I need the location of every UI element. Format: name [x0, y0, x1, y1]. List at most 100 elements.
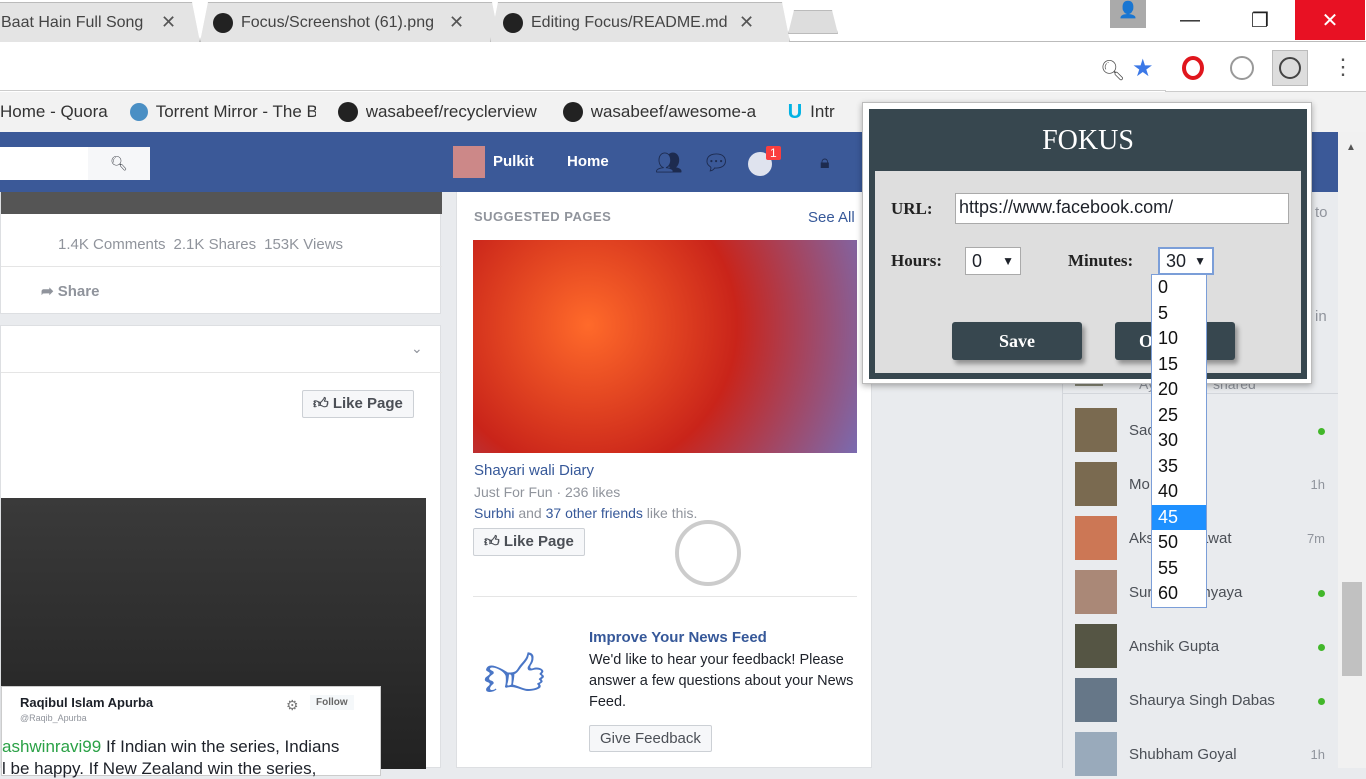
save-button[interactable]: Save	[952, 322, 1082, 360]
minutes-option[interactable]: 10	[1152, 326, 1206, 352]
udacity-icon: U	[787, 100, 803, 123]
bookmark-recyclerview[interactable]: wasabeef/recyclerview	[337, 102, 541, 122]
fokus-title: FOKUS	[869, 109, 1307, 173]
page-cover-image[interactable]	[473, 240, 857, 453]
chat-friend[interactable]: Anshik Gupta	[1075, 623, 1325, 669]
bookmark-quora[interactable]: Home - Quora	[0, 102, 108, 122]
thumbs-up-icon: 👍︎	[483, 643, 546, 710]
new-tab-button[interactable]	[788, 10, 838, 34]
post-image[interactable]: Raqibul Islam Apurba @Raqib_Apurba ⚙ Fol…	[1, 498, 426, 778]
minutes-option[interactable]: 30	[1152, 428, 1206, 454]
give-feedback-button[interactable]: Give Feedback	[589, 725, 712, 752]
extension-icon[interactable]	[1230, 56, 1254, 80]
menu-icon[interactable]: ⋮	[1332, 54, 1354, 80]
right-column-card: SUGGESTED PAGES See All Shayari wali Dia…	[456, 192, 872, 768]
online-dot	[1318, 589, 1325, 597]
comments-count[interactable]: 1.4K Comments	[58, 236, 166, 253]
post-video[interactable]	[1, 192, 442, 214]
minutes-select[interactable]: 30 ▼	[1158, 247, 1214, 275]
github-icon	[562, 102, 583, 122]
minutes-option[interactable]: 50	[1152, 530, 1206, 556]
minutes-option[interactable]: 15	[1152, 352, 1206, 378]
feedback-link[interactable]: Improve Your News Feed	[589, 629, 767, 646]
privacy-icon[interactable]: 🔒︎	[820, 152, 830, 173]
fokus-extension-button[interactable]	[1272, 50, 1308, 86]
tweet-card: Raqibul Islam Apurba @Raqib_Apurba ⚙ Fol…	[1, 686, 381, 778]
home-link[interactable]: Home	[567, 153, 609, 170]
minutes-dropdown-list: 0 5 10 15 20 25 30 35 40 45 50 55 60	[1151, 274, 1207, 608]
like-page-button[interactable]: 👍︎ Like Page	[473, 528, 585, 556]
hours-select[interactable]: 0 ▼	[965, 247, 1021, 275]
github-icon	[213, 13, 233, 33]
close-tab-icon[interactable]: ✕	[449, 12, 464, 33]
close-window-button[interactable]: ✕	[1295, 0, 1365, 40]
magnifier-icon	[675, 520, 741, 586]
search-icon[interactable]: 🔍︎	[88, 147, 150, 180]
avatar	[1075, 570, 1117, 614]
chat-friend[interactable]: Shubham Goyal 1h	[1075, 731, 1325, 777]
chat-friend[interactable]: Shaurya Singh Dabas	[1075, 677, 1325, 723]
scroll-up-icon[interactable]: ▲	[1346, 142, 1356, 153]
avatar	[1075, 462, 1117, 506]
dropdown-arrow-icon: ▼	[1194, 254, 1206, 268]
tab-readme[interactable]: Editing Focus/README.md ✕	[490, 2, 790, 42]
avatar	[1075, 732, 1117, 776]
globe-icon	[129, 103, 148, 121]
scrollbar-thumb[interactable]	[1342, 582, 1362, 676]
search-input[interactable]: 🔍︎	[0, 147, 150, 180]
minutes-option[interactable]: 35	[1152, 454, 1206, 480]
minimize-button[interactable]: —	[1155, 0, 1225, 40]
minutes-option[interactable]: 55	[1152, 556, 1206, 582]
avatar	[1075, 408, 1117, 452]
toolbar: 🔍︎ ★ ⋮	[0, 42, 1366, 128]
avatar	[1075, 624, 1117, 668]
close-tab-icon[interactable]: ✕	[739, 12, 754, 33]
minutes-option[interactable]: 60	[1152, 581, 1206, 607]
tab-screenshot[interactable]: Focus/Screenshot (61).png ✕	[200, 2, 500, 42]
bookmark-udacity[interactable]: U Intr	[788, 101, 835, 124]
bookmark-torrent[interactable]: Torrent Mirror - The B	[129, 102, 316, 122]
close-tab-icon[interactable]: ✕	[161, 12, 176, 33]
notification-badge: 1	[766, 146, 781, 160]
restore-button[interactable]: ❐	[1225, 0, 1295, 40]
page-post-card: ⌄ 👍︎ Like Page Raqibul Islam Apurba @Raq…	[0, 325, 442, 778]
tab-song[interactable]: i Baat Hain Full Song ✕	[0, 2, 200, 42]
online-dot	[1318, 643, 1325, 651]
opera-icon[interactable]	[1182, 56, 1204, 80]
messages-icon[interactable]: 💬︎	[702, 150, 730, 176]
minutes-option[interactable]: 0	[1152, 275, 1206, 301]
chevron-down-icon[interactable]: ⌄	[411, 340, 423, 357]
views-count: 153K Views	[264, 236, 344, 253]
minutes-option[interactable]: 40	[1152, 479, 1206, 505]
bookmark-awesome[interactable]: wasabeef/awesome-a	[562, 102, 766, 122]
gear-icon: ⚙	[286, 697, 299, 713]
minutes-option[interactable]: 20	[1152, 377, 1206, 403]
github-icon	[503, 13, 523, 33]
shares-count[interactable]: 2.1K Shares	[174, 236, 257, 253]
online-dot	[1318, 427, 1325, 435]
github-icon	[337, 102, 358, 122]
profile-link[interactable]: Pulkit	[493, 153, 534, 170]
post-card: 1.4K Comments 2.1K Shares 153K Views ➦ Sha…	[0, 192, 442, 314]
profile-icon[interactable]: 👤	[1110, 0, 1146, 28]
minutes-option[interactable]: 5	[1152, 301, 1206, 327]
see-all-link[interactable]: See All	[808, 209, 855, 226]
stopwatch-icon	[1279, 57, 1301, 79]
page-name-link[interactable]: Shayari wali Diary	[474, 462, 594, 479]
fokus-body: URL: https://www.facebook.com/ Hours: 0 ▼…	[869, 171, 1307, 379]
share-button[interactable]: ➦ Share	[41, 282, 99, 300]
follow-button: Follow	[310, 695, 354, 710]
scrollbar[interactable]: ▲	[1338, 132, 1366, 768]
bookmark-star-icon[interactable]: ★	[1132, 54, 1154, 83]
avatar[interactable]	[453, 146, 485, 178]
friends-icon[interactable]: 👥︎	[655, 150, 683, 176]
avatar	[1075, 678, 1117, 722]
zoom-icon[interactable]: 🔍︎	[1100, 58, 1125, 83]
fokus-popup: FOKUS URL: https://www.facebook.com/ Hou…	[862, 102, 1312, 384]
tab-bar: i Baat Hain Full Song ✕ Focus/Screenshot …	[0, 0, 1366, 42]
like-page-button[interactable]: 👍︎ Like Page	[302, 390, 414, 418]
avatar	[1075, 516, 1117, 560]
minutes-option[interactable]: 25	[1152, 403, 1206, 429]
minutes-option-highlighted[interactable]: 45	[1152, 504, 1206, 530]
url-input[interactable]: https://www.facebook.com/	[955, 193, 1289, 224]
